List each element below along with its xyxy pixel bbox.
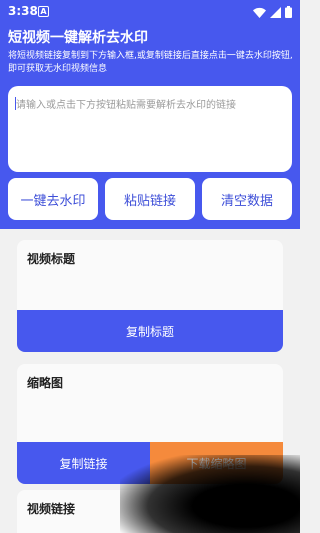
video-title-card: 视频标题 复制标题 [17,240,283,352]
status-time: 3:38 [8,4,38,18]
battery-icon [285,6,292,18]
remove-watermark-button[interactable]: 一键去水印 [8,178,98,220]
status-icons [253,5,292,19]
app-title: 短视频一键解析去水印 [8,30,148,46]
action-buttons: 一键去水印 粘贴链接 清空数据 [8,178,292,220]
app-description: 将短视频链接复制到下方输入框,或复制链接后直接点击一键去水印按钮,即可获取无水印… [8,51,293,74]
video-title-label: 视频标题 [27,252,76,266]
text-caret [15,97,16,110]
status-bar: 3:38 A [0,0,300,24]
thumbnail-label: 缩略图 [27,376,64,390]
signal-icon [270,6,281,18]
video-link-label: 视频链接 [27,502,76,516]
dark-overlay [120,455,300,533]
link-input-container[interactable] [8,86,292,172]
paste-link-button[interactable]: 粘贴链接 [105,178,195,220]
copy-title-button[interactable]: 复制标题 [17,310,283,352]
notification-icon: A [38,6,49,17]
wifi-icon [253,7,266,18]
link-input[interactable] [16,96,284,162]
clear-data-button[interactable]: 清空数据 [202,178,292,220]
